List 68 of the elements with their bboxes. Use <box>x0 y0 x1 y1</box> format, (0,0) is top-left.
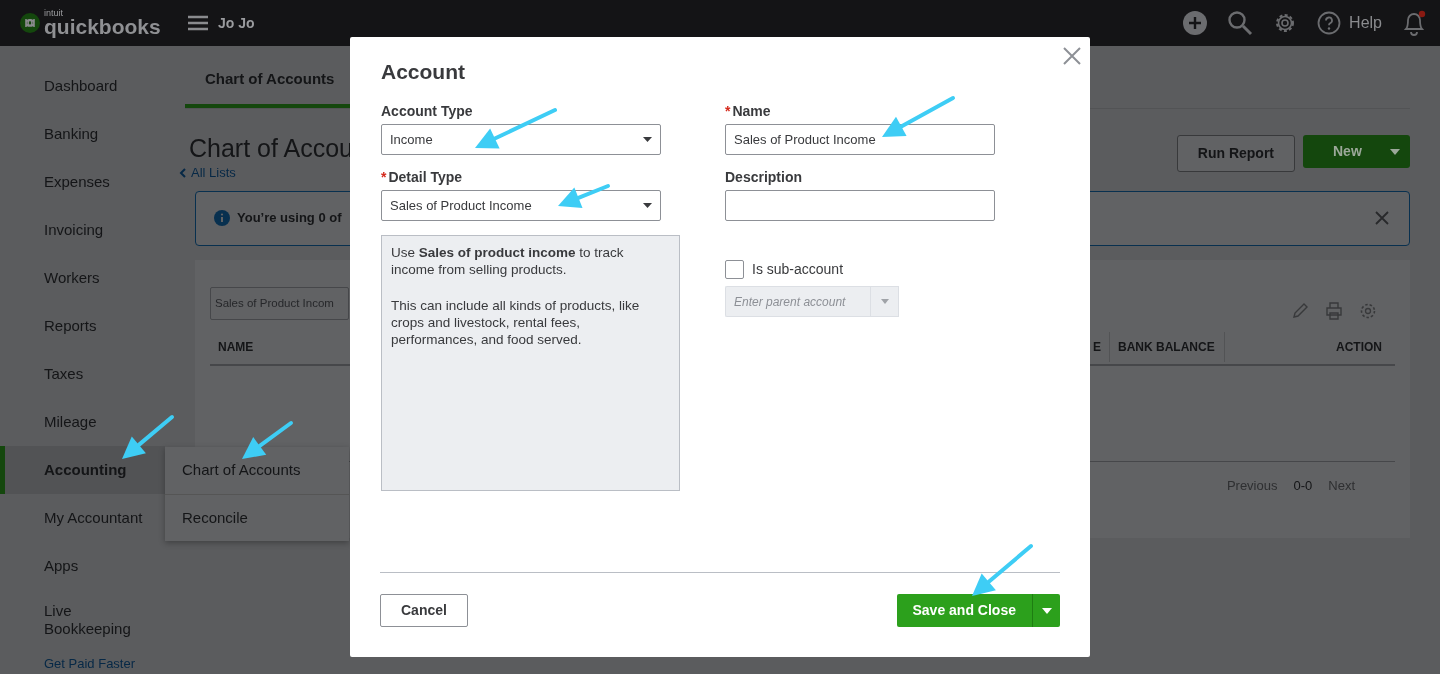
brand-tagline: intuit <box>44 9 64 18</box>
field-label: Detail Type <box>388 169 463 187</box>
checkbox[interactable] <box>725 260 744 280</box>
sidebar-item[interactable]: Apps <box>0 542 165 590</box>
sidebar-item[interactable]: Accounting <box>0 446 165 494</box>
help-text: This can include all kinds of products, like crops and livestock, rental fees, performances, and food served. <box>391 297 641 349</box>
sidebar-item[interactable]: Live Bookkeeping <box>0 590 160 650</box>
sidebar-item[interactable]: Banking <box>0 110 165 158</box>
annotation-arrow <box>122 415 174 459</box>
promo-link[interactable]: Get Paid Faster <box>0 654 165 674</box>
column-header: NAME <box>217 338 255 356</box>
help-text: Use Sales of product income to track income from selling products. <box>391 244 625 279</box>
account-type-select[interactable]: Income <box>381 124 661 156</box>
sidebar-item[interactable]: Expenses <box>0 158 165 206</box>
search-icon[interactable] <box>1227 10 1254 36</box>
sidebar-item[interactable]: My Accountant <box>0 494 165 542</box>
required-mark: * <box>725 103 731 121</box>
brand-name: quickbooks <box>44 16 161 37</box>
page-title: Chart of Accou <box>189 133 353 163</box>
info-icon <box>214 210 230 226</box>
caret-icon <box>643 137 652 143</box>
close-icon[interactable] <box>1063 47 1081 65</box>
caret-icon <box>1041 607 1052 614</box>
settings-icon[interactable] <box>1359 301 1377 320</box>
banner-text: You’re using 0 of <box>237 209 342 228</box>
close-icon[interactable] <box>1375 211 1389 225</box>
description-field[interactable] <box>725 190 995 222</box>
sidebar-item[interactable]: Reports <box>0 302 165 350</box>
help-icon[interactable] <box>1317 11 1342 35</box>
run-report-button[interactable]: Run Report <box>1176 135 1295 172</box>
annotation-arrow <box>242 421 293 459</box>
column-header: BANK BALANCE <box>1110 331 1225 362</box>
new-button[interactable]: New <box>1303 135 1410 168</box>
cancel-button[interactable]: Cancel <box>380 594 468 627</box>
sidebar-item[interactable]: Invoicing <box>0 206 165 254</box>
column-header: ACTION <box>1335 338 1383 356</box>
add-icon[interactable] <box>1183 11 1208 35</box>
required-mark: * <box>381 169 387 187</box>
save-and-close-button[interactable]: Save and Close <box>896 594 1060 627</box>
caret-icon <box>643 203 652 209</box>
sidebar-item[interactable]: Workers <box>0 254 165 302</box>
dropdown-button[interactable] <box>870 286 899 318</box>
help-link[interactable]: Help <box>1349 11 1382 35</box>
edit-icon[interactable] <box>1291 301 1309 320</box>
company-name: Jo Jo <box>218 13 255 33</box>
submenu-item[interactable]: Chart of Accounts <box>165 447 349 494</box>
sidebar-item[interactable]: Mileage <box>0 398 165 446</box>
back-link[interactable]: All Lists <box>191 163 236 183</box>
sidebar-item[interactable]: Dashboard <box>0 62 165 110</box>
checkbox-label: Is sub-account <box>752 260 844 280</box>
detail-type-select[interactable]: Sales of Product Income <box>381 190 661 222</box>
back-icon <box>179 167 187 178</box>
sidebar-item[interactable]: Taxes <box>0 350 165 398</box>
annotation-arrow <box>558 184 610 209</box>
caret-icon <box>880 299 889 305</box>
notification-icon[interactable] <box>1402 10 1426 36</box>
name-field[interactable]: Sales of Product Income <box>725 124 995 156</box>
caret-icon <box>1390 148 1400 155</box>
dialog-title: Account <box>381 59 465 85</box>
field-label: Name <box>732 103 771 121</box>
search-field[interactable]: Sales of Product Incom <box>210 286 349 320</box>
annotation-arrow <box>972 544 1033 596</box>
field-label: Account Type <box>381 103 473 121</box>
print-icon[interactable] <box>1325 301 1343 320</box>
logo-icon <box>20 13 40 33</box>
menu-icon[interactable] <box>188 15 208 31</box>
page-range: 0-0 <box>1293 476 1313 495</box>
field-label: Description <box>725 169 802 187</box>
